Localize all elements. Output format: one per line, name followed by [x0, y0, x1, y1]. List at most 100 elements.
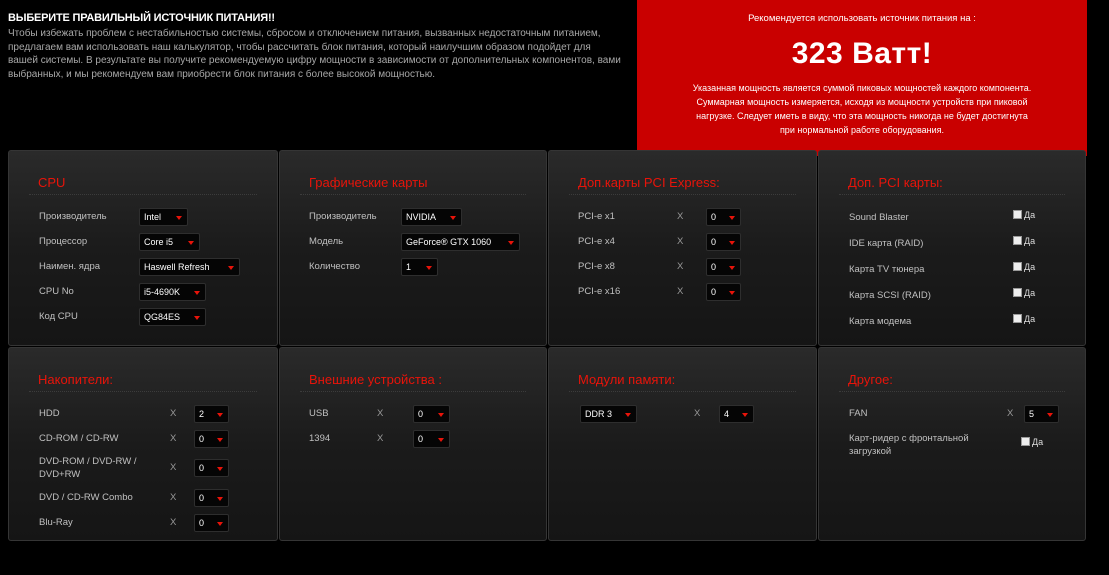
- cdrom-count-select[interactable]: 0: [194, 430, 229, 448]
- checkbox-box[interactable]: [1013, 210, 1022, 219]
- divider: [300, 391, 526, 392]
- cpu-row-cpu-no: CPU No i5-4690K: [39, 283, 269, 301]
- recommendation-note: Указанная мощность является суммой пиков…: [692, 83, 1032, 135]
- row-label: HDD: [39, 408, 60, 419]
- row-label: Процессор: [39, 236, 88, 247]
- divider: [29, 391, 257, 392]
- usb-count-select[interactable]: 0: [413, 405, 450, 423]
- firewire-count-select[interactable]: 0: [413, 430, 450, 448]
- fan-count-select[interactable]: 5: [1024, 405, 1059, 423]
- row-label: Карта TV тюнера: [849, 264, 925, 275]
- pcie-row-x16: PCI-e x16 X 0: [578, 283, 808, 301]
- checkbox-box[interactable]: [1013, 288, 1022, 297]
- modem-checkbox[interactable]: Да: [1013, 314, 1035, 324]
- cpu-number-select[interactable]: i5-4690K: [139, 283, 206, 301]
- pcie-panel-title: Доп.карты PCI Express:: [578, 175, 720, 190]
- dvd-combo-count-select[interactable]: 0: [194, 489, 229, 507]
- gpu-panel: Графические карты Производитель NVIDIA М…: [279, 150, 547, 346]
- intro-title: ВЫБЕРИТЕ ПРАВИЛЬНЫЙ ИСТОЧНИК ПИТАНИЯ!!: [8, 12, 275, 24]
- row-label: DVD-ROM / DVD-RW / DVD+RW: [39, 456, 137, 480]
- dropdown-arrow-icon: [729, 241, 735, 245]
- other-panel: Другое: FAN X 5 Карт-ридер с фронтальной…: [818, 347, 1086, 541]
- row-label: FAN: [849, 408, 868, 419]
- scsi-raid-checkbox[interactable]: Да: [1013, 288, 1035, 298]
- dvdrom-count-select[interactable]: 0: [194, 459, 229, 477]
- dropdown-arrow-icon: [217, 438, 223, 442]
- row-label: PCI-e x4: [578, 236, 615, 247]
- pci-panel-title: Доп. PCI карты:: [848, 175, 943, 190]
- divider: [839, 194, 1065, 195]
- row-label: PCI-e x16: [578, 286, 621, 297]
- gpu-row-manufacturer: Производитель NVIDIA: [309, 208, 539, 226]
- checkbox-box[interactable]: [1021, 437, 1030, 446]
- multiply-sign: X: [1007, 408, 1014, 419]
- row-label: Карта модема: [849, 316, 912, 327]
- pcie-x8-select[interactable]: 0: [706, 258, 741, 276]
- pcie-x16-select[interactable]: 0: [706, 283, 741, 301]
- cpu-processor-select[interactable]: Core i5: [139, 233, 200, 251]
- dropdown-arrow-icon: [217, 522, 223, 526]
- tv-tuner-checkbox[interactable]: Да: [1013, 262, 1035, 272]
- gpu-manufacturer-select[interactable]: NVIDIA: [401, 208, 462, 226]
- external-panel-title: Внешние устройства :: [309, 372, 442, 387]
- pcie-row-x1: PCI-e x1 X 0: [578, 208, 808, 226]
- cpu-code-select[interactable]: QG84ES: [139, 308, 206, 326]
- dropdown-arrow-icon: [176, 216, 182, 220]
- dropdown-arrow-icon: [508, 241, 514, 245]
- other-panel-title: Другое:: [848, 372, 893, 387]
- external-panel: Внешние устройства : USB X 0 1394 X 0: [279, 347, 547, 541]
- cpu-row-processor: Процессор Core i5: [39, 233, 269, 251]
- memory-type-select[interactable]: DDR 3: [580, 405, 637, 423]
- row-label: Карта SCSI (RAID): [849, 290, 931, 301]
- gpu-row-model: Модель GeForce® GTX 1060: [309, 233, 539, 251]
- row-label: Модель: [309, 236, 344, 247]
- dropdown-arrow-icon: [438, 413, 444, 417]
- memory-count-select[interactable]: 4: [719, 405, 754, 423]
- checkbox-box[interactable]: [1013, 262, 1022, 271]
- checkbox-box[interactable]: [1013, 236, 1022, 245]
- divider: [569, 194, 796, 195]
- multiply-sign: X: [170, 492, 177, 503]
- intro-section: ВЫБЕРИТЕ ПРАВИЛЬНЫЙ ИСТОЧНИК ПИТАНИЯ!! Ч…: [8, 12, 623, 81]
- checkbox-box[interactable]: [1013, 314, 1022, 323]
- other-row-fan: FAN X 5: [849, 405, 1079, 423]
- memory-panel-title: Модули памяти:: [578, 372, 676, 387]
- cpu-core-name-select[interactable]: Haswell Refresh: [139, 258, 240, 276]
- row-label: Sound Blaster: [849, 212, 909, 223]
- pci-panel: Доп. PCI карты: Sound Blaster Да IDE кар…: [818, 150, 1086, 346]
- row-label: CPU No: [39, 286, 74, 297]
- row-label: Производитель: [309, 211, 377, 222]
- sound-blaster-checkbox[interactable]: Да: [1013, 210, 1035, 220]
- dropdown-arrow-icon: [188, 241, 194, 245]
- other-row-cardreader: Карт-ридер с фронтальной загрузкой Да: [849, 433, 1079, 457]
- bluray-count-select[interactable]: 0: [194, 514, 229, 532]
- hdd-count-select[interactable]: 2: [194, 405, 229, 423]
- memory-row: DDR 3 X 4: [580, 405, 810, 423]
- recommended-wattage: 323 Ватт!: [791, 37, 933, 70]
- external-row-1394: 1394 X 0: [309, 430, 539, 448]
- row-label: Наимен. ядра: [39, 261, 101, 272]
- gpu-model-select[interactable]: GeForce® GTX 1060: [401, 233, 520, 251]
- gpu-quantity-select[interactable]: 1: [401, 258, 438, 276]
- divider: [29, 194, 257, 195]
- row-label: Производитель: [39, 211, 107, 222]
- pcie-x1-select[interactable]: 0: [706, 208, 741, 226]
- ide-raid-checkbox[interactable]: Да: [1013, 236, 1035, 246]
- external-row-usb: USB X 0: [309, 405, 539, 423]
- dropdown-arrow-icon: [217, 467, 223, 471]
- pcie-x4-select[interactable]: 0: [706, 233, 741, 251]
- storage-row-dvd-combo: DVD / CD-RW Combo X 0: [39, 489, 274, 507]
- multiply-sign: X: [677, 236, 684, 247]
- pci-row-ide-raid: IDE карта (RAID) Да: [849, 235, 1079, 253]
- dropdown-arrow-icon: [729, 266, 735, 270]
- dropdown-arrow-icon: [194, 316, 200, 320]
- row-label: DVD / CD-RW Combo: [39, 492, 133, 503]
- gpu-panel-title: Графические карты: [309, 175, 428, 190]
- cpu-row-core-name: Наимен. ядра Haswell Refresh: [39, 258, 269, 276]
- multiply-sign: X: [677, 286, 684, 297]
- cpu-manufacturer-select[interactable]: Intel: [139, 208, 188, 226]
- storage-row-cdrom: CD-ROM / CD-RW X 0: [39, 430, 274, 448]
- cardreader-checkbox[interactable]: Да: [1021, 437, 1043, 447]
- multiply-sign: X: [170, 517, 177, 528]
- pci-row-sound-blaster: Sound Blaster Да: [849, 209, 1079, 227]
